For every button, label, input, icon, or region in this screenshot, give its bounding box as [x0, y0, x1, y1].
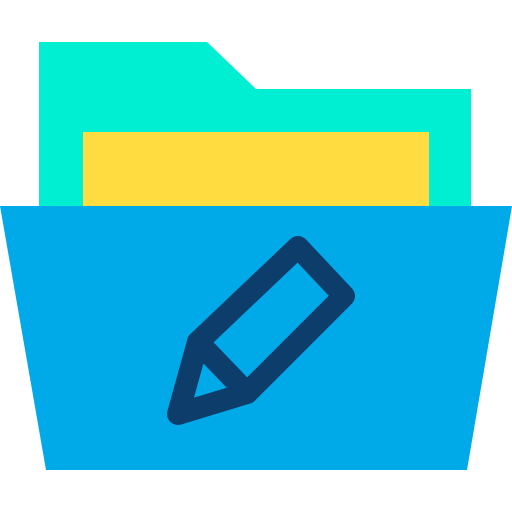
edit-folder-svg: [0, 42, 512, 470]
paper-sheet: [83, 132, 429, 212]
folder-front-shape: [0, 206, 512, 470]
edit-folder-icon: [0, 0, 512, 512]
